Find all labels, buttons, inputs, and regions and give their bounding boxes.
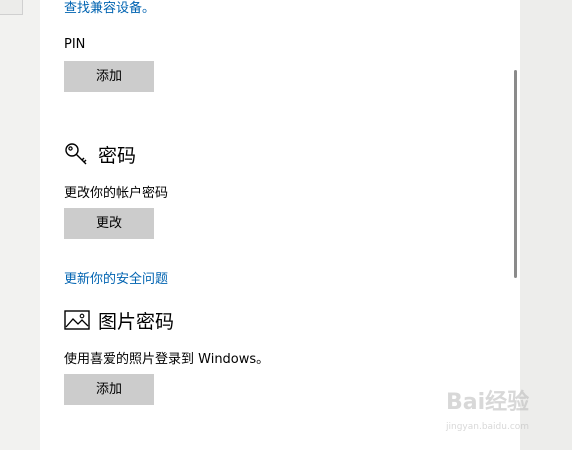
picture-password-title: 图片密码 [98, 310, 175, 333]
pin-add-button[interactable]: 添加 [64, 61, 154, 92]
baidu-watermark: Bai经验 jingyan.baidu.com [440, 380, 568, 440]
password-description: 更改你的帐户密码 [64, 186, 169, 201]
update-security-questions-link[interactable]: 更新你的安全问题 [64, 268, 168, 287]
left-window-edge [0, 0, 23, 15]
pin-label: PIN [64, 37, 86, 52]
picture-password-add-button[interactable]: 添加 [64, 374, 154, 405]
scrollbar[interactable] [514, 70, 517, 278]
left-background [0, 0, 40, 450]
picture-icon [64, 307, 90, 333]
picture-password-heading: 图片密码 [64, 307, 174, 333]
watermark-brand: Bai经验 [446, 390, 530, 415]
password-change-button[interactable]: 更改 [64, 208, 154, 239]
password-title: 密码 [98, 144, 137, 167]
key-icon [64, 141, 90, 167]
watermark-url: jingyan.baidu.com [446, 422, 530, 432]
password-heading: 密码 [64, 141, 136, 167]
picture-password-description: 使用喜爱的照片登录到 Windows。 [64, 352, 270, 367]
find-compatible-devices-link[interactable]: 查找兼容设备。 [64, 0, 155, 16]
